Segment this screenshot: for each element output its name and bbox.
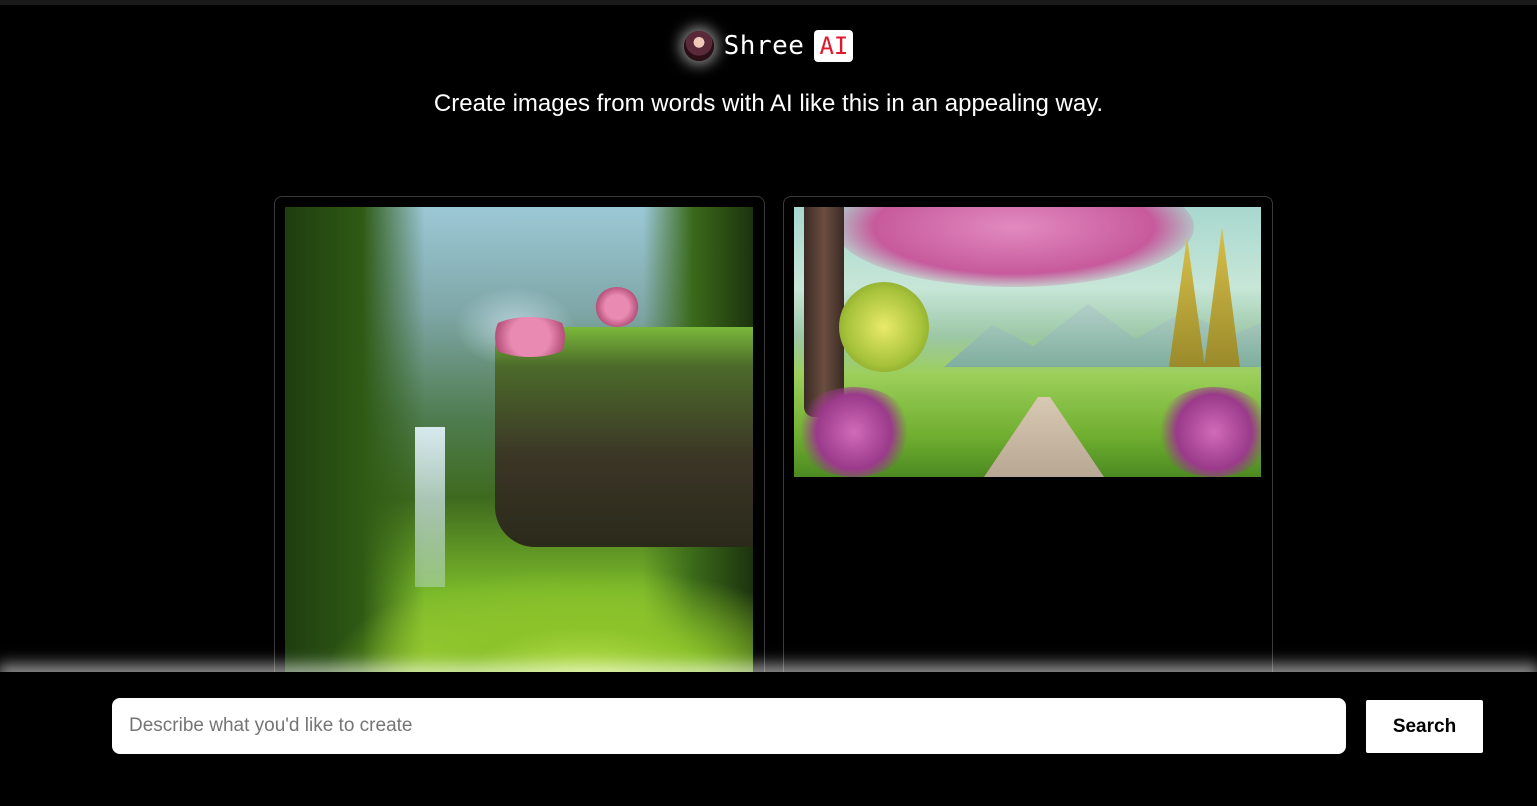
search-button[interactable]: Search [1365, 699, 1484, 754]
brand-header: Shree AI [0, 30, 1537, 62]
prompt-input[interactable] [112, 698, 1346, 754]
avatar-icon [683, 31, 714, 61]
image-card-1 [274, 196, 765, 718]
image-card-2 [783, 196, 1273, 718]
top-edge-line [0, 0, 1537, 5]
blossom-meadow-path-image[interactable] [794, 207, 1261, 477]
fantasy-forest-waterfall-image[interactable] [285, 207, 753, 677]
prompt-bar: Search [0, 672, 1537, 806]
tagline: Create images from words with AI like th… [433, 90, 1104, 117]
brand-ai-badge: AI [814, 30, 854, 62]
brand-name: Shree [723, 31, 805, 61]
